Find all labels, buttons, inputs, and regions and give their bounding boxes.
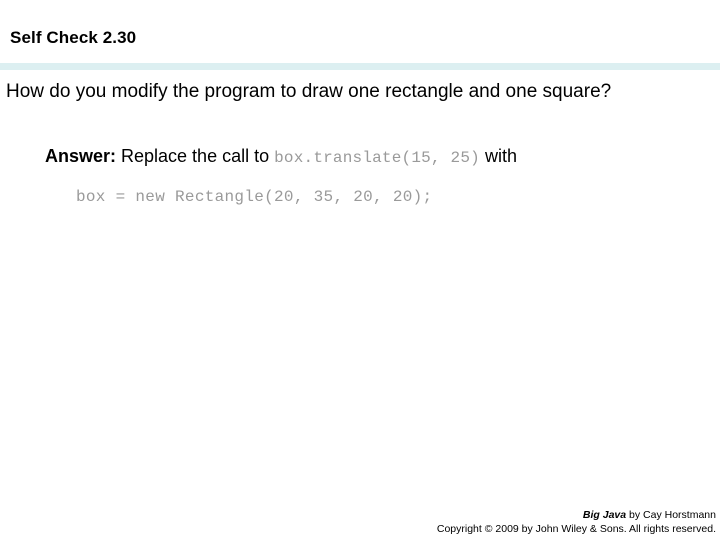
inline-code-snippet: box.translate(15, 25) — [274, 149, 480, 167]
slide: Self Check 2.30 How do you modify the pr… — [0, 0, 720, 540]
title-divider — [0, 63, 720, 70]
footer-byline: by Cay Horstmann — [626, 508, 716, 521]
footer: Big Java by Cay Horstmann Copyright © 20… — [437, 508, 716, 537]
answer-label: Answer: — [45, 146, 117, 166]
answer-text-before-code: Replace the call to — [116, 146, 275, 166]
page-title: Self Check 2.30 — [10, 28, 137, 47]
answer-line: Answer: Replace the call to box.translat… — [45, 145, 720, 168]
footer-copyright: Copyright © 2009 by John Wiley & Sons. A… — [436, 523, 716, 536]
footer-attribution: Big Java by Cay Horstmann — [437, 508, 716, 523]
question-text: How do you modify the program to draw on… — [6, 81, 612, 102]
book-title: Big Java — [582, 508, 627, 521]
code-block: box = new Rectangle(20, 35, 20, 20); — [76, 188, 433, 206]
answer-text-after-code: with — [479, 146, 517, 166]
